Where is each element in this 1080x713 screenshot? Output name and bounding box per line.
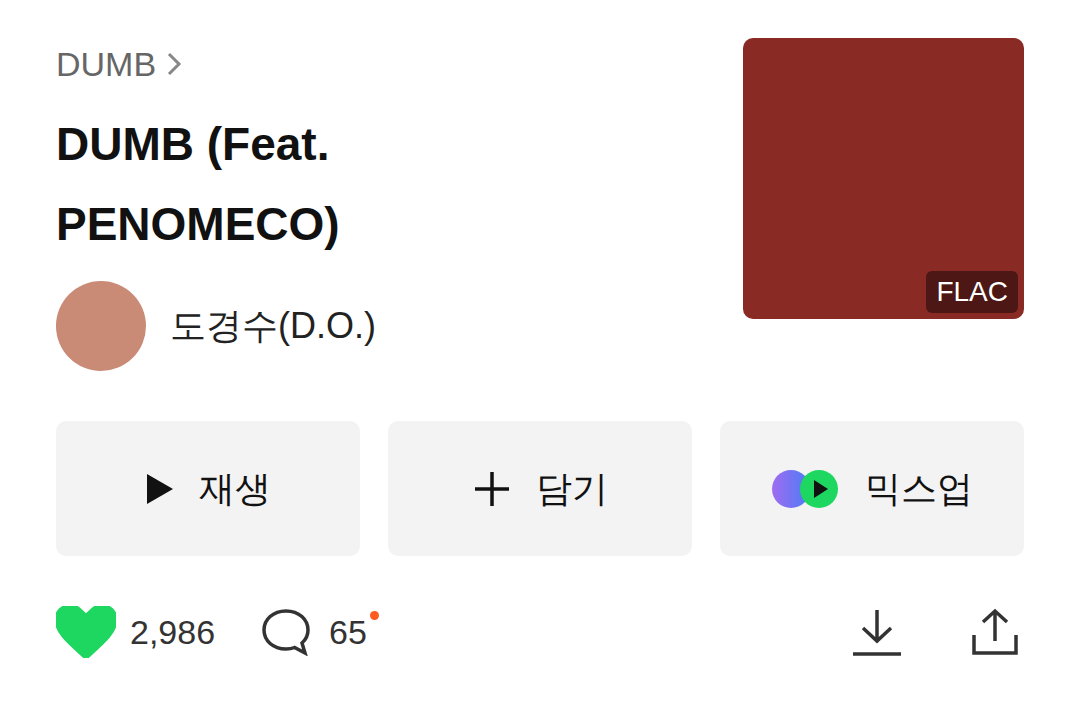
button-label: 재생 bbox=[199, 467, 271, 511]
play-button[interactable]: 재생 bbox=[56, 421, 360, 556]
song-detail-page: DUMB DUMB (Feat. PENOMECO) 도경수(D.O.) FLAC 재생… bbox=[0, 0, 1080, 713]
share-icon[interactable] bbox=[970, 607, 1020, 657]
song-title: DUMB (Feat. PENOMECO) bbox=[56, 104, 436, 264]
song-header: DUMB DUMB (Feat. PENOMECO) 도경수(D.O.) FLAC bbox=[56, 38, 1024, 371]
plus-icon bbox=[472, 469, 512, 509]
album-art[interactable]: FLAC bbox=[743, 38, 1024, 319]
song-info: DUMB DUMB (Feat. PENOMECO) 도경수(D.O.) bbox=[56, 38, 456, 371]
stats-row: 2,986 65 bbox=[56, 606, 1024, 658]
button-label: 담기 bbox=[536, 467, 608, 511]
album-link[interactable]: DUMB bbox=[56, 44, 456, 84]
comment-button[interactable]: 65 bbox=[261, 608, 379, 656]
play-icon bbox=[145, 472, 175, 506]
stats-right bbox=[850, 607, 1024, 657]
flac-badge: FLAC bbox=[926, 271, 1018, 313]
button-label: 믹스업 bbox=[865, 467, 973, 511]
comment-count: 65 bbox=[329, 611, 379, 653]
artist-name[interactable]: 도경수(D.O.) bbox=[170, 304, 376, 348]
chevron-right-icon bbox=[166, 51, 182, 77]
add-button[interactable]: 담기 bbox=[388, 421, 692, 556]
album-name[interactable]: DUMB bbox=[56, 44, 156, 84]
action-buttons: 재생 담기 믹스업 bbox=[56, 421, 1024, 556]
artist-row[interactable]: 도경수(D.O.) bbox=[56, 281, 456, 371]
like-button[interactable]: 2,986 bbox=[56, 606, 215, 658]
mixup-button[interactable]: 믹스업 bbox=[720, 421, 1024, 556]
new-dot bbox=[370, 611, 379, 620]
mixup-icon bbox=[771, 469, 841, 509]
heart-icon bbox=[56, 606, 116, 658]
like-count: 2,986 bbox=[130, 611, 215, 653]
download-icon[interactable] bbox=[850, 607, 904, 657]
comment-icon bbox=[261, 608, 311, 656]
stats-left: 2,986 65 bbox=[56, 606, 379, 658]
artist-avatar[interactable] bbox=[56, 281, 146, 371]
